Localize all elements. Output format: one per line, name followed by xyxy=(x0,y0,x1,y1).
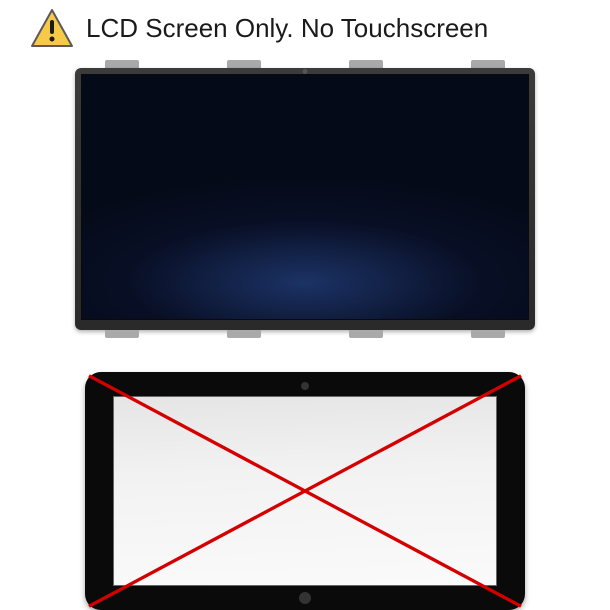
lcd-bezel xyxy=(75,68,535,330)
product-notice: LCD Screen Only. No Touchscreen xyxy=(0,0,610,610)
camera-icon xyxy=(301,382,309,390)
header-text: LCD Screen Only. No Touchscreen xyxy=(86,13,488,44)
home-button-icon xyxy=(299,592,311,604)
warning-icon xyxy=(30,8,74,48)
header: LCD Screen Only. No Touchscreen xyxy=(0,8,610,48)
touchscreen-glass xyxy=(113,396,497,586)
lcd-screen-illustration xyxy=(75,60,535,338)
lcd-top-mount-tabs xyxy=(75,60,535,68)
touchscreen-illustration xyxy=(85,372,525,610)
lcd-display-area xyxy=(81,74,529,320)
touchscreen-bezel xyxy=(85,372,525,610)
lcd-bottom-mount-tabs xyxy=(75,330,535,338)
